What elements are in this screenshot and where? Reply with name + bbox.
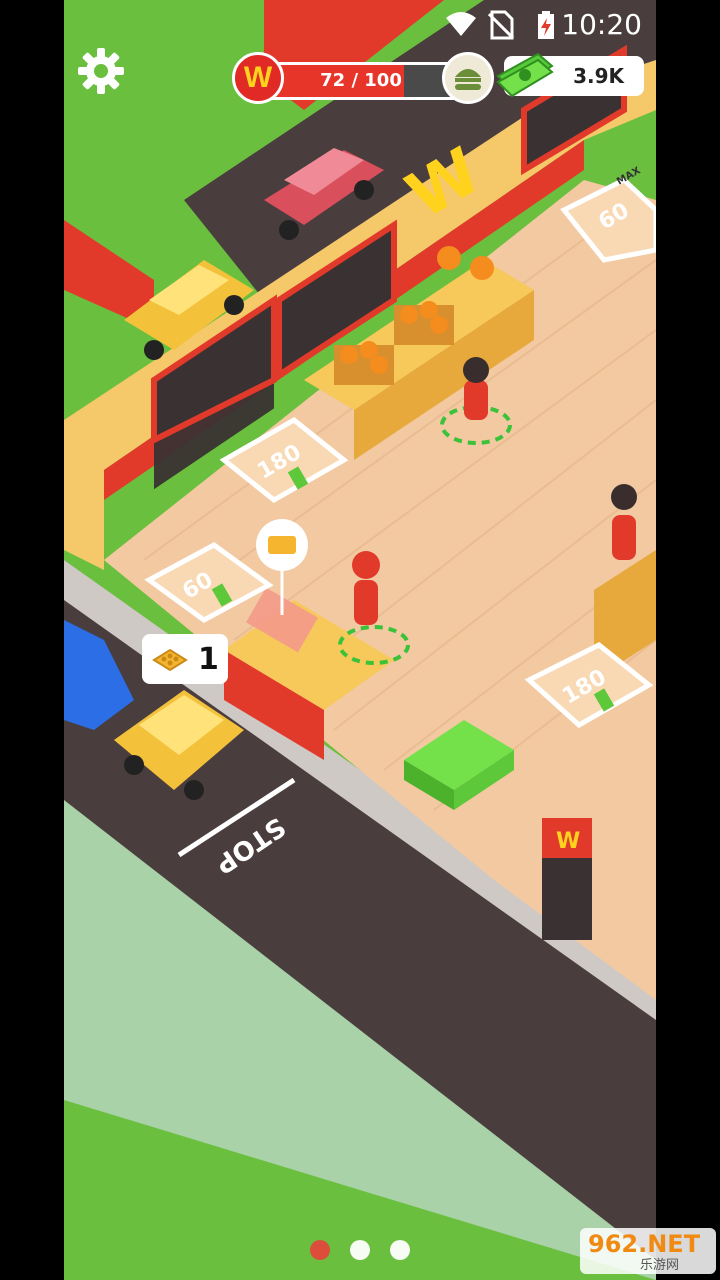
- progress-label: 72 / 100: [320, 70, 402, 91]
- page-dot-3[interactable]: [390, 1240, 410, 1260]
- bread-tray-icon: [152, 648, 188, 672]
- watermark-sub: 乐游网: [640, 1258, 680, 1273]
- status-bar: 10:20: [64, 0, 656, 48]
- money-value: 3.9K: [573, 64, 624, 88]
- worker-3: [611, 484, 637, 560]
- status-time: 10:20: [561, 8, 642, 41]
- bread-tray-icon: [268, 536, 296, 554]
- carry-count: 1: [198, 642, 219, 677]
- page-dot-1[interactable]: [310, 1240, 330, 1260]
- level-progress: 72 / 100 W: [232, 52, 494, 104]
- battery-charging-icon: [538, 11, 554, 39]
- gear-icon: [78, 48, 124, 94]
- brand-logo-badge: W: [232, 52, 284, 104]
- game-viewport[interactable]: W STOP W 60 MAX 180 60 180 10:20 72 / 10…: [64, 0, 656, 1280]
- svg-text:W: W: [556, 829, 580, 854]
- burger-icon: [455, 69, 481, 90]
- no-sim-icon: [488, 10, 514, 40]
- cash-stack-icon: [496, 52, 554, 98]
- wifi-icon: [446, 12, 476, 36]
- progress-track: 72 / 100: [260, 62, 462, 100]
- brand-letter: W: [243, 61, 273, 94]
- page-dot-2[interactable]: [350, 1240, 370, 1260]
- carry-counter: 1: [142, 634, 228, 684]
- settings-button[interactable]: [76, 46, 126, 96]
- drive-thru-sign: W: [542, 818, 592, 940]
- money-counter: 3.9K: [496, 52, 644, 98]
- burger-badge: [442, 52, 494, 104]
- site-watermark: 962.NET 乐游网: [580, 1228, 720, 1276]
